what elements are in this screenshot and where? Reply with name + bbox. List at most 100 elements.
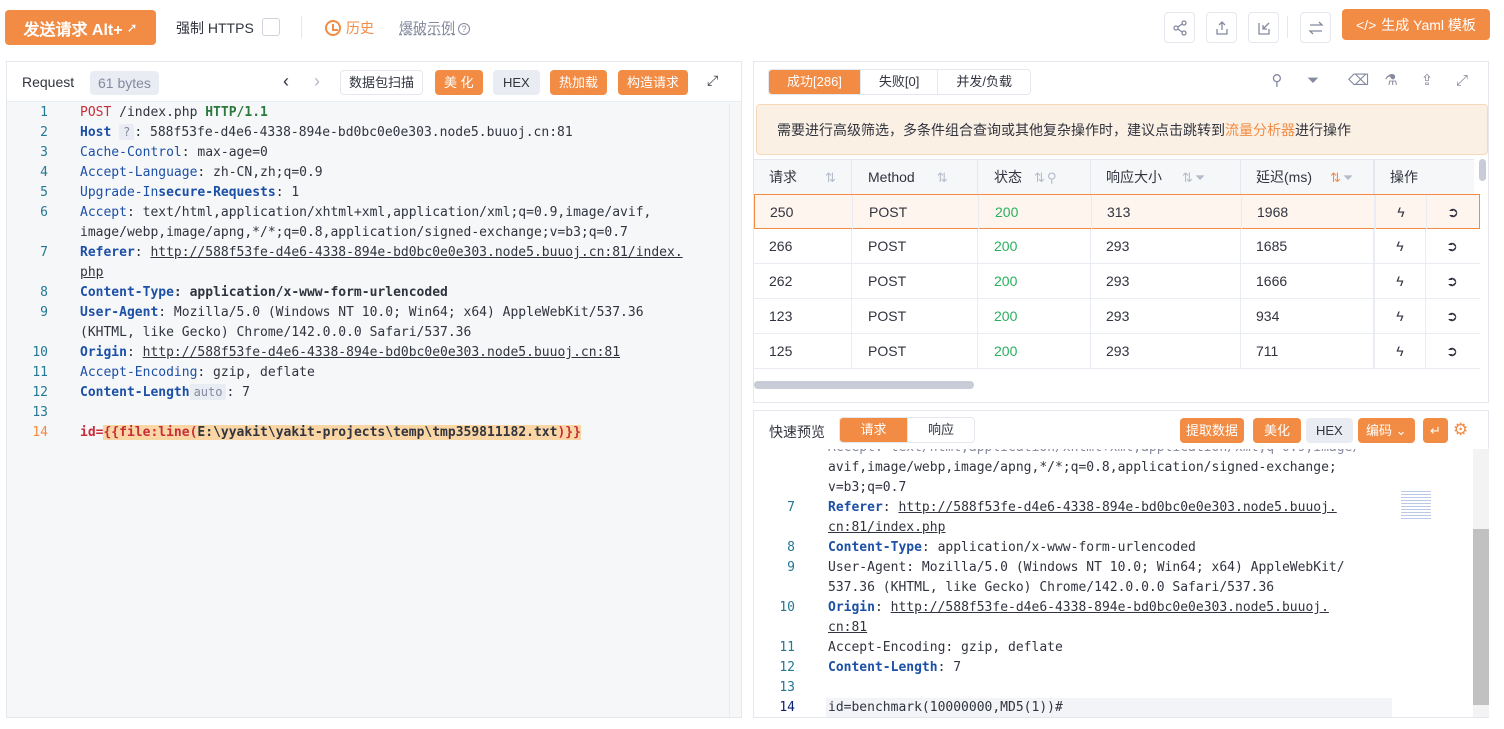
tab-success[interactable]: 成功[286] [769,70,860,94]
separator: : [134,245,151,260]
minimap[interactable] [1401,491,1431,521]
share-icon [1172,19,1187,36]
filter-icon[interactable]: ⏷ [1303,71,1323,91]
table-row[interactable]: 262 POST 200 293 1666 ϟ ➲ [754,264,1480,299]
goto-icon[interactable]: ➲ [1426,264,1478,298]
header-key: Referer [80,245,135,260]
origin-link[interactable]: http://588f53fe-d4e6-4338-894e-bd0bc0e0e… [143,345,620,360]
referer-link[interactable]: http://588f53fe-d4e6-4338-894e-bd0bc0e0e… [898,500,1336,515]
wrap-button[interactable]: ↵ [1423,418,1448,443]
tab-response[interactable]: 响应 [907,418,974,442]
bruteforce-example-link[interactable]: 爆破示例? [399,18,470,38]
cell-request: 250 [755,195,853,229]
fullscreen-icon[interactable]: ⤢ [707,72,718,89]
header-key: Content-Type [828,540,922,555]
goto-icon[interactable]: ➲ [1426,334,1478,368]
table-row[interactable]: 125 POST 200 293 711 ϟ ➲ [754,334,1480,369]
table-row[interactable]: 266 POST 200 293 1685 ϟ ➲ [754,229,1480,264]
code-line: Origin: http://588f53fe-d4e6-4338-894e-b… [80,343,620,363]
extract-data-button[interactable]: 提取数据 [1180,418,1245,443]
separator: : [126,345,143,360]
sort-desc-icon[interactable]: ⇅ [1330,170,1341,185]
col-label: Method [868,169,915,185]
header-chip[interactable]: ? [119,124,135,140]
code-line: Content-Length: 7 [828,658,961,678]
history-button[interactable]: 历史 [325,18,374,38]
send-request-button[interactable]: 发送请求 Alt+ ➚ [5,10,156,45]
flash-icon[interactable]: ϟ [1374,334,1426,368]
preview-editor[interactable]: Accept: text/html,application/xhtml+xml,… [754,449,1472,717]
cell-status: 200 [978,334,1091,368]
flash-icon[interactable]: ϟ [1375,195,1427,229]
beautify-button[interactable]: 美化 [1253,418,1302,443]
col-request[interactable]: 请求 ⇅ [754,160,852,195]
prev-arrow-icon[interactable]: ‹ [283,71,289,92]
sort-icon[interactable]: ⇅ [1034,170,1045,185]
traffic-analyzer-link[interactable]: 流量分析器 [1225,122,1295,138]
export-button[interactable] [1206,12,1237,43]
line-number: 11 [779,640,795,655]
table-row[interactable]: 250 POST 200 313 1968 ϟ ➲ [754,194,1480,229]
force-https-checkbox[interactable] [262,18,280,36]
col-label: 响应大小 [1106,169,1162,185]
preview-scrollbar-thumb[interactable] [1473,529,1489,705]
tab-concurrency[interactable]: 并发/负载 [937,70,1031,94]
hot-reload-button[interactable]: 热加载 [550,70,608,95]
http-path: /index.php [111,105,206,120]
flash-icon[interactable]: ϟ [1374,264,1426,298]
cell-method: POST [852,334,978,368]
col-method[interactable]: Method ⇅ [852,160,978,195]
switch-layout-button[interactable] [1300,12,1331,43]
cell-method: POST [853,195,979,229]
sort-icon[interactable]: ⇅ [937,170,948,185]
hex-button[interactable]: HEX [1306,418,1353,443]
packet-scan-button[interactable]: 数据包扫描 [340,70,424,95]
export-icon[interactable]: ⇪ [1417,71,1437,91]
header-key: Content-Length [828,660,938,675]
origin-link[interactable]: http://588f53fe-d4e6-4338-894e-bd0bc0e0e… [891,600,1329,615]
sort-icon[interactable]: ⇅ [825,170,836,185]
clear-icon[interactable]: ⌫ [1348,71,1369,91]
referer-link[interactable]: http://588f53fe-d4e6-4338-894e-bd0bc0e0e… [150,245,682,260]
col-label: 请求 [769,169,797,185]
next-arrow-icon[interactable]: › [314,71,320,92]
http-version: HTTP/1.1 [205,105,268,120]
flash-icon[interactable]: ϟ [1374,299,1426,333]
flash-icon[interactable]: ϟ [1374,229,1426,263]
flask-icon[interactable]: ⚗ [1381,71,1401,91]
goto-icon[interactable]: ➲ [1426,299,1478,333]
table-horizontal-scrollbar[interactable] [754,381,974,389]
goto-icon[interactable]: ➲ [1426,229,1478,263]
share-button[interactable] [1164,12,1195,43]
table-row[interactable]: 123 POST 200 293 934 ϟ ➲ [754,299,1480,334]
search-icon[interactable]: ⚲ [1047,170,1057,185]
table-vertical-scrollbar[interactable] [1479,159,1486,181]
cell-delay: 711 [1241,334,1374,368]
encode-dropdown[interactable]: 编码 ⌄ [1358,418,1415,443]
tab-fail[interactable]: 失败[0] [859,70,938,94]
generate-yaml-button[interactable]: </> 生成 Yaml 模板 [1342,9,1490,40]
gear-icon[interactable]: ⚙ [1453,420,1468,440]
beautify-button[interactable]: 美 化 [435,70,483,95]
hex-button[interactable]: HEX [493,70,540,95]
request-size-badge: 61 bytes [90,71,159,95]
code-line: Origin: http://588f53fe-d4e6-4338-894e-b… [828,598,1329,618]
tab-request[interactable]: 请求 [840,418,907,442]
code-line: Host ?: 588f53fe-d4e6-4338-894e-bd0bc0e0… [80,123,573,143]
header-key: User-Agent [80,305,159,320]
line-number: 10 [779,600,795,615]
col-size[interactable]: 响应大小 ⇅ ⏷ [1091,160,1241,195]
editor-scrollbar[interactable] [729,103,741,717]
col-status[interactable]: 状态 ⇅ ⚲ [978,160,1091,195]
construct-request-button[interactable]: 构造请求 [618,70,689,95]
fullscreen-icon[interactable]: ⤢ [1452,71,1472,91]
filter-icon[interactable]: ⏷ [1195,170,1205,185]
auto-chip[interactable]: auto [189,384,227,400]
col-delay[interactable]: 延迟(ms) ⇅ ⏷ [1241,160,1374,195]
filter-icon[interactable]: ⏷ [1343,170,1353,185]
import-button[interactable] [1248,12,1279,43]
sort-icon[interactable]: ⇅ [1182,170,1193,185]
goto-icon[interactable]: ➲ [1427,195,1479,229]
code-line-wrap: image/webp,image/apng,*/*;q=0.8,applicat… [80,225,628,240]
search-icon[interactable]: ⚲ [1267,71,1287,91]
